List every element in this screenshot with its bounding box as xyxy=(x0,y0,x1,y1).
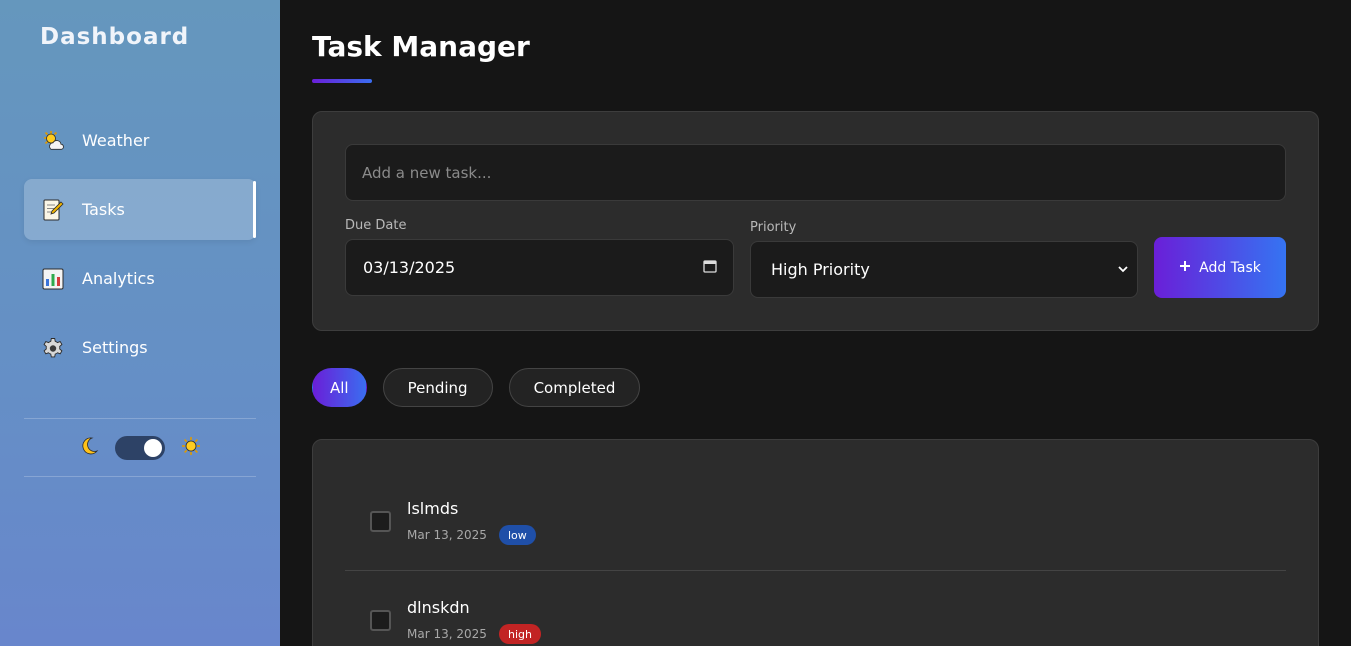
theme-switcher xyxy=(24,430,256,466)
chevron-down-icon xyxy=(1117,260,1129,279)
title-underline xyxy=(312,79,372,83)
brand-title: Dashboard xyxy=(40,24,190,50)
priority-label: Priority xyxy=(750,220,797,235)
due-date-label: Due Date xyxy=(345,218,407,233)
task-name: dlnskdn xyxy=(407,598,470,617)
task-date: Mar 13, 2025 xyxy=(407,528,487,542)
main-content: Task Manager Due Date 03/13/2025 Priorit… xyxy=(280,0,1351,646)
task-item: lslmds Mar 13, 2025 low xyxy=(345,472,1286,571)
task-date: Mar 13, 2025 xyxy=(407,627,487,641)
sidebar-item-settings[interactable]: Settings xyxy=(24,317,256,378)
sidebar-item-analytics[interactable]: Analytics xyxy=(24,248,256,309)
sidebar-divider xyxy=(24,418,256,419)
toggle-knob xyxy=(144,439,162,457)
plus-icon xyxy=(1179,260,1191,276)
sun-behind-cloud-icon xyxy=(41,129,65,153)
page-title: Task Manager xyxy=(312,30,530,63)
new-task-input[interactable] xyxy=(345,144,1286,201)
moon-icon xyxy=(79,436,99,460)
sun-icon xyxy=(181,436,201,460)
calendar-icon[interactable] xyxy=(703,258,717,277)
task-name: lslmds xyxy=(407,499,459,518)
sidebar-item-label: Tasks xyxy=(82,200,125,219)
sidebar-item-label: Analytics xyxy=(82,269,155,288)
sidebar-item-tasks[interactable]: Tasks xyxy=(24,179,256,240)
add-task-button[interactable]: Add Task xyxy=(1154,237,1286,298)
task-checkbox[interactable] xyxy=(370,511,391,532)
sidebar: Dashboard Weather Tasks Analytics Settin… xyxy=(0,0,280,646)
filter-tabs: All Pending Completed xyxy=(312,368,641,407)
memo-icon xyxy=(41,198,65,222)
priority-badge: high xyxy=(499,624,541,644)
due-date-input[interactable]: 03/13/2025 xyxy=(345,239,734,296)
task-checkbox[interactable] xyxy=(370,610,391,631)
due-date-value: 03/13/2025 xyxy=(363,258,456,277)
priority-badge: low xyxy=(499,525,536,545)
sidebar-item-label: Settings xyxy=(82,338,148,357)
priority-value: High Priority xyxy=(771,260,870,279)
task-form-card: Due Date 03/13/2025 Priority High Priori… xyxy=(312,111,1319,331)
gear-icon xyxy=(41,336,65,360)
filter-completed[interactable]: Completed xyxy=(508,368,641,407)
sidebar-divider xyxy=(24,476,256,477)
filter-all[interactable]: All xyxy=(312,368,367,407)
task-list-card: lslmds Mar 13, 2025 low dlnskdn Mar 13, … xyxy=(312,439,1319,646)
filter-pending[interactable]: Pending xyxy=(382,368,493,407)
add-task-label: Add Task xyxy=(1199,259,1261,276)
priority-select[interactable]: High Priority xyxy=(750,241,1138,298)
bar-chart-icon xyxy=(41,267,65,291)
task-item: dlnskdn Mar 13, 2025 high xyxy=(345,572,1286,646)
theme-toggle[interactable] xyxy=(115,436,165,460)
sidebar-item-label: Weather xyxy=(82,131,150,150)
sidebar-item-weather[interactable]: Weather xyxy=(24,110,256,171)
